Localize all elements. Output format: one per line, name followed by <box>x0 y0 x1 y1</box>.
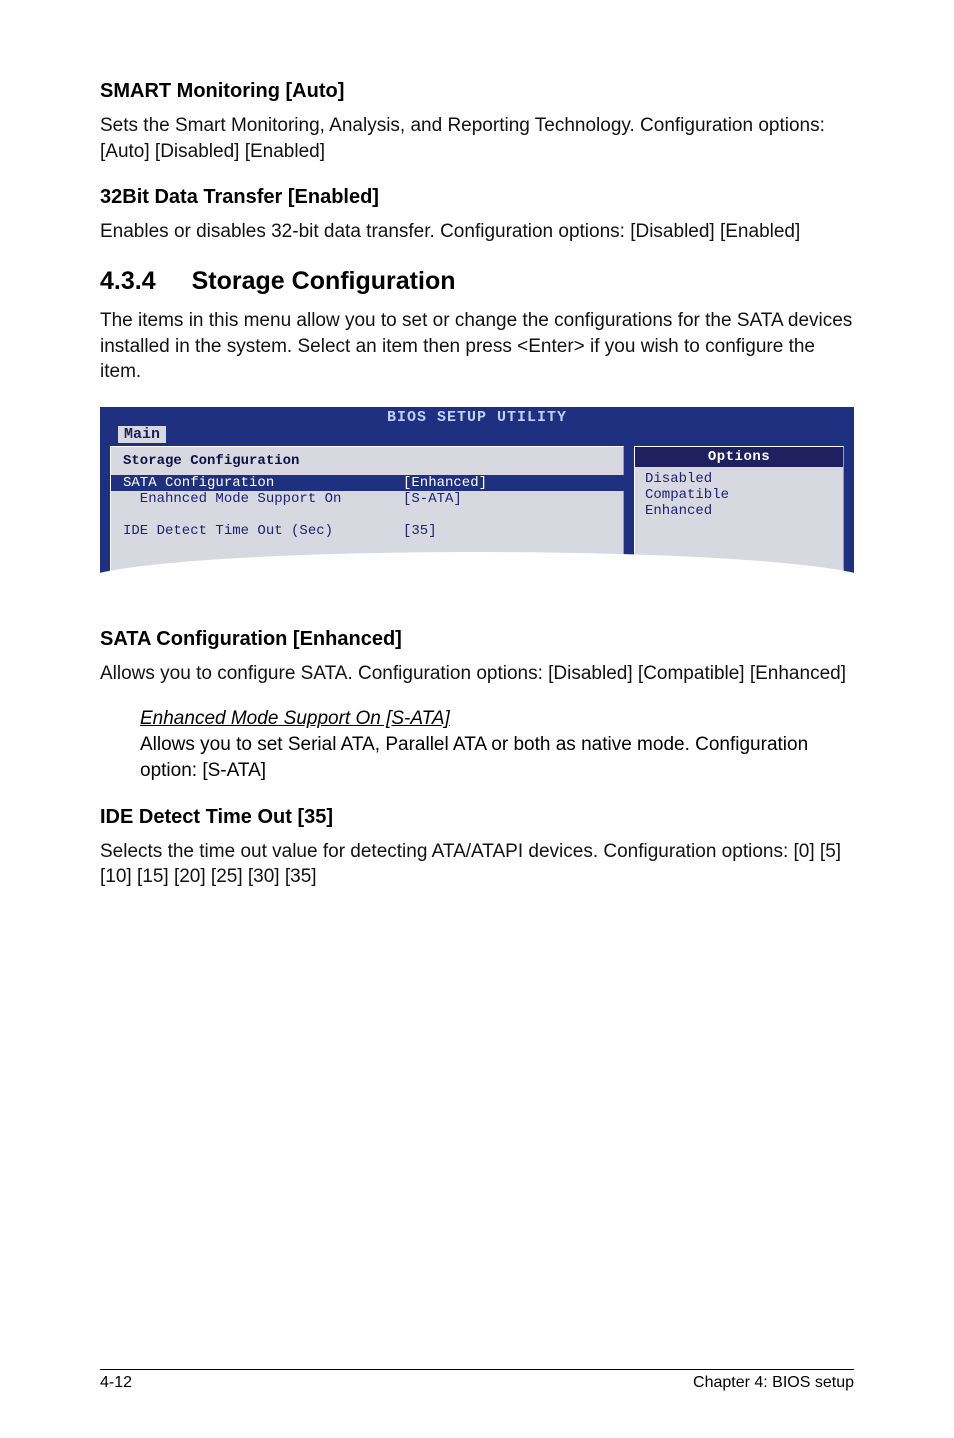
bios-value: [Enhanced] <box>403 475 651 491</box>
body-smart: Sets the Smart Monitoring, Analysis, and… <box>100 113 854 164</box>
heading-sata-config: SATA Configuration [Enhanced] <box>100 628 854 651</box>
bios-screenshot: BIOS SETUP UTILITY Main Storage Configur… <box>100 407 854 588</box>
bios-label: SATA Configuration <box>123 475 403 491</box>
bios-utility-title: BIOS SETUP UTILITY <box>100 407 854 426</box>
bios-row-ide-detect: IDE Detect Time Out (Sec) [35] <box>123 523 611 539</box>
section-title: Storage Configuration <box>192 267 456 295</box>
bios-label: Enahnced Mode Support On <box>123 491 403 507</box>
footer-page-number: 4-12 <box>100 1374 132 1392</box>
bios-value: [35] <box>403 523 611 539</box>
section-intro: The items in this menu allow you to set … <box>100 308 854 385</box>
bios-option-item: Enhanced <box>645 503 833 519</box>
heading-ide-detect: IDE Detect Time Out [35] <box>100 806 854 829</box>
bios-options-title: Options <box>635 447 843 467</box>
bios-label <box>123 507 403 523</box>
page-footer: 4-12 Chapter 4: BIOS setup <box>100 1369 854 1392</box>
bios-row-sata-config: SATA Configuration [Enhanced] <box>111 475 651 491</box>
bios-tab-main: Main <box>118 426 166 443</box>
body-sata-config: Allows you to configure SATA. Configurat… <box>100 661 854 687</box>
bios-label: IDE Detect Time Out (Sec) <box>123 523 403 539</box>
body-ide-detect: Selects the time out value for detecting… <box>100 839 854 890</box>
footer-chapter: Chapter 4: BIOS setup <box>693 1374 854 1392</box>
body-32bit: Enables or disables 32-bit data transfer… <box>100 219 854 245</box>
bios-option-item: Disabled <box>645 471 833 487</box>
sata-sub-body: Allows you to set Serial ATA, Parallel A… <box>140 734 808 781</box>
bios-row-spacer <box>123 507 611 523</box>
bios-value <box>403 507 611 523</box>
heading-smart: SMART Monitoring [Auto] <box>100 80 854 103</box>
bios-row-enhanced-mode: Enahnced Mode Support On [S-ATA] <box>123 491 611 507</box>
heading-32bit: 32Bit Data Transfer [Enabled] <box>100 186 854 209</box>
sata-sub-title: Enhanced Mode Support On [S-ATA] <box>140 708 854 730</box>
section-number: 4.3.4 <box>100 267 156 296</box>
bios-value: [S-ATA] <box>403 491 611 507</box>
sata-sub-block: Enhanced Mode Support On [S-ATA] Allows … <box>140 708 854 783</box>
section-heading: 4.3.4 Storage Configuration <box>100 267 854 296</box>
bios-option-item: Compatible <box>645 487 833 503</box>
bios-left-title: Storage Configuration <box>123 453 611 469</box>
